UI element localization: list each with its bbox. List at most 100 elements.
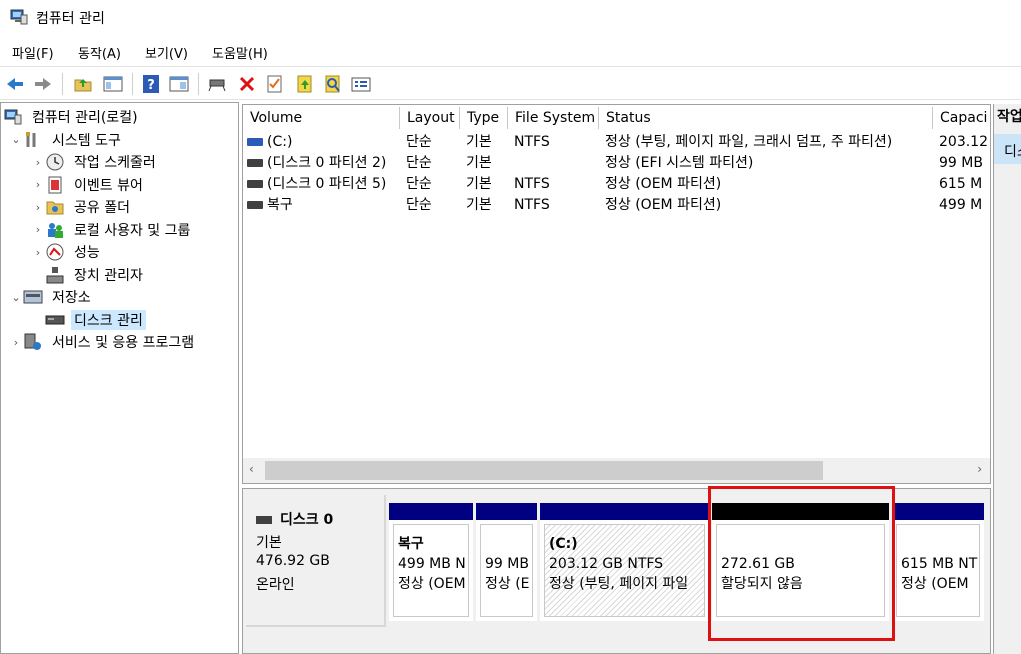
- tree-label: 시스템 도구: [52, 132, 121, 149]
- help-icon[interactable]: ?: [140, 73, 162, 95]
- chevron-right-icon[interactable]: ›: [31, 156, 45, 169]
- tree-device-manager[interactable]: 장치 관리자: [31, 265, 146, 285]
- back-icon[interactable]: [4, 73, 26, 95]
- partition-line1: 499 MB N: [398, 556, 466, 572]
- partition-line2: 할당되지 않음: [721, 576, 803, 592]
- partition-block[interactable]: 복구 499 MB N 정상 (OEM: [389, 503, 473, 621]
- chevron-down-icon[interactable]: ⌄: [9, 291, 23, 304]
- table-cell: NTFS: [514, 176, 550, 192]
- users-icon: [45, 221, 65, 239]
- table-cell: 기본: [466, 176, 492, 192]
- partition-details: 272.61 GB 할당되지 않음: [716, 524, 885, 617]
- partition-line2: 정상 (OEM: [901, 576, 969, 592]
- chevron-right-icon[interactable]: ›: [31, 246, 45, 259]
- table-row[interactable]: (디스크 0 파티션 5) 단순 기본 NTFS 정상 (OEM 파티션) 615 M: [243, 174, 990, 195]
- svg-text:?: ?: [147, 78, 155, 93]
- tree-local-users[interactable]: › 로컬 사용자 및 그룹: [31, 220, 193, 240]
- table-cell: 정상 (부팅, 페이지 파일, 크래시 덤프, 주 파티션): [605, 134, 893, 150]
- partition-block[interactable]: (C:) 203.12 GB NTFS 정상 (부팅, 페이지 파일: [540, 503, 709, 621]
- actions-header: 작업: [997, 109, 1021, 125]
- volume-name: (디스크 0 파티션 5): [267, 176, 387, 192]
- table-cell: (디스크 0 파티션 5): [247, 174, 398, 195]
- volume-list: ‹ › Volume Layout Type File System Status Cap…: [242, 104, 991, 484]
- chevron-right-icon[interactable]: ›: [31, 178, 45, 191]
- table-cell: 복구: [247, 195, 398, 216]
- properties-pane-icon[interactable]: [168, 73, 190, 95]
- tree-label: 성능: [74, 245, 100, 261]
- chevron-right-icon[interactable]: ›: [31, 223, 45, 236]
- checklist-icon[interactable]: [264, 73, 286, 95]
- disk-info[interactable]: 디스크 0 기본 476.92 GB 온라인: [246, 495, 386, 627]
- computer-management-icon: [3, 108, 23, 126]
- tree-event-viewer[interactable]: › 이벤트 뷰어: [31, 175, 146, 195]
- scroll-right-icon[interactable]: ›: [977, 462, 982, 476]
- column-header-type[interactable]: Type: [460, 107, 508, 129]
- table-cell: NTFS: [514, 197, 550, 213]
- partition-block[interactable]: 272.61 GB 할당되지 않음: [712, 503, 889, 621]
- menu-help[interactable]: 도움말(H): [212, 43, 268, 62]
- scroll-left-icon[interactable]: ‹: [249, 462, 254, 476]
- table-row[interactable]: (C:) 단순 기본 NTFS 정상 (부팅, 페이지 파일, 크래시 덤프, 주 파티…: [243, 132, 990, 153]
- tree-services[interactable]: › 서비스 및 응용 프로그램: [9, 332, 197, 352]
- column-header-volume[interactable]: Volume: [243, 107, 400, 129]
- tree-performance[interactable]: › 성능: [31, 242, 103, 262]
- chevron-right-icon[interactable]: ›: [9, 336, 23, 349]
- table-cell: 정상 (OEM 파티션): [605, 197, 722, 213]
- table-cell: 기본: [466, 134, 492, 150]
- tree-disk-management[interactable]: 디스크 관리: [31, 309, 146, 330]
- menu-action[interactable]: 동작(A): [78, 43, 121, 62]
- partition-line1: 203.12 GB NTFS: [549, 556, 664, 572]
- forward-icon[interactable]: [32, 73, 54, 95]
- tree-system-tools[interactable]: ⌄ 시스템 도구: [9, 130, 124, 150]
- disk-name: 디스크 0: [280, 512, 334, 528]
- tree-task-scheduler[interactable]: › 작업 스케줄러: [31, 152, 159, 172]
- properties-icon[interactable]: [350, 73, 372, 95]
- partition-block[interactable]: 615 MB NT 정상 (OEM: [892, 503, 984, 621]
- import-icon[interactable]: [294, 73, 316, 95]
- table-cell: 99 MB: [939, 155, 983, 171]
- tree-root[interactable]: 컴퓨터 관리(로컬): [3, 107, 141, 127]
- table-cell: 기본: [466, 155, 492, 171]
- partition-bar: [540, 503, 709, 520]
- partition-title: [721, 534, 884, 554]
- table-cell: (디스크 0 파티션 2): [247, 153, 398, 174]
- table-row[interactable]: 복구 단순 기본 NTFS 정상 (OEM 파티션) 499 M: [243, 195, 990, 216]
- tree-storage[interactable]: ⌄ 저장소: [9, 287, 94, 307]
- table-cell: 정상 (OEM 파티션): [605, 176, 722, 192]
- volume-icon: [247, 159, 263, 167]
- volume-name: (디스크 0 파티션 2): [267, 155, 387, 171]
- table-cell: [514, 153, 599, 174]
- partition-line1: 615 MB NT: [901, 556, 978, 572]
- tree-shared-folders[interactable]: › 공유 폴더: [31, 197, 133, 217]
- partition-bar: [892, 503, 984, 520]
- menu-file[interactable]: 파일(F): [12, 43, 54, 62]
- partition-title: [901, 534, 979, 554]
- connect-drive-icon[interactable]: [206, 73, 228, 95]
- table-cell: 단순: [406, 176, 432, 192]
- column-header-layout[interactable]: Layout: [400, 107, 460, 129]
- horizontal-scrollbar[interactable]: ‹ ›: [243, 458, 990, 483]
- chevron-right-icon[interactable]: ›: [31, 201, 45, 214]
- scrollbar-thumb[interactable]: [265, 461, 823, 480]
- table-cell: 단순: [406, 197, 432, 213]
- table-row[interactable]: (디스크 0 파티션 2) 단순 기본 정상 (EFI 시스템 파티션) 99 MB: [243, 153, 990, 174]
- partition-block[interactable]: 99 MB 정상 (E: [476, 503, 537, 621]
- show-hide-tree-icon[interactable]: [102, 73, 124, 95]
- delete-icon[interactable]: [236, 73, 258, 95]
- tree-label: 로컬 사용자 및 그룹: [74, 222, 191, 239]
- disk-status: 온라인: [256, 577, 295, 593]
- tree-label: 컴퓨터 관리(로컬): [32, 110, 138, 126]
- menu-view[interactable]: 보기(V): [145, 43, 188, 62]
- actions-item-disk-management[interactable]: 디스: [994, 134, 1021, 164]
- column-header-status[interactable]: Status: [599, 107, 933, 129]
- up-folder-icon[interactable]: [72, 73, 94, 95]
- column-header-capaci[interactable]: Capaci: [933, 107, 990, 129]
- chevron-down-icon[interactable]: ⌄: [9, 133, 23, 146]
- partition-details: (C:) 203.12 GB NTFS 정상 (부팅, 페이지 파일: [544, 524, 705, 617]
- search-icon[interactable]: [322, 73, 344, 95]
- column-header-file-system[interactable]: File System: [508, 107, 599, 129]
- table-cell: 기본: [466, 197, 492, 213]
- volume-name: (C:): [267, 134, 293, 150]
- table-cell: 정상 (EFI 시스템 파티션): [605, 155, 754, 171]
- partition-line2: 정상 (부팅, 페이지 파일: [549, 576, 689, 592]
